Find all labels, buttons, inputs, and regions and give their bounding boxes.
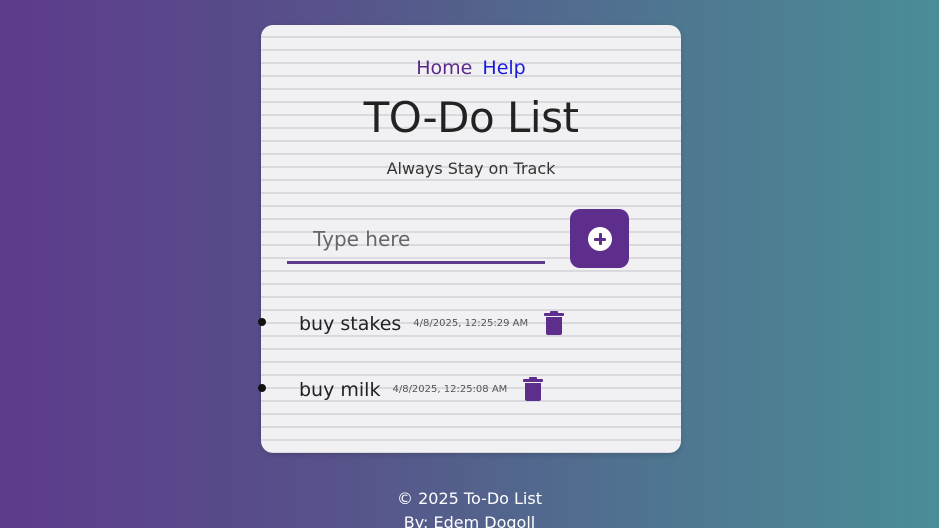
task-text[interactable]: buy milk [299,379,380,401]
page-subtitle: Always Stay on Track [386,159,556,178]
trash-icon[interactable] [544,311,565,336]
task-text[interactable]: buy stakes [299,313,401,335]
task-list: buy stakes 4/8/2025, 12:25:29 AM buy mil… [258,307,681,439]
trash-can [546,317,563,335]
task-row: buy milk 4/8/2025, 12:25:08 AM [299,377,544,402]
task-row: buy stakes 4/8/2025, 12:25:29 AM [299,311,565,336]
trash-icon[interactable] [523,377,544,402]
task-item: buy milk 4/8/2025, 12:25:08 AM [258,373,681,439]
page-footer: © 2025 To-Do List By: Edem Dogoll [0,487,939,528]
top-nav: Home Help [261,57,681,79]
todo-card: Home Help TO-Do List Always Stay on Trac… [258,25,681,453]
trash-lid [544,313,565,316]
nav-home-link[interactable]: Home [416,57,472,79]
footer-byline: By: Edem Dogoll [403,513,536,528]
bullet-icon [258,318,266,326]
nav-help-link[interactable]: Help [482,57,525,79]
task-input-wrapper [287,217,545,264]
page-title: TO-Do List [363,93,579,142]
footer-copyright: © 2025 To-Do List [397,489,542,508]
task-timestamp: 4/8/2025, 12:25:08 AM [392,384,508,395]
trash-can [525,383,542,401]
task-timestamp: 4/8/2025, 12:25:29 AM [413,318,529,329]
bullet-icon [258,384,266,392]
trash-lid [523,379,544,382]
add-task-button[interactable] [570,209,629,268]
task-input[interactable] [287,217,545,261]
task-item: buy stakes 4/8/2025, 12:25:29 AM [258,307,681,373]
plus-circle-icon [587,226,612,251]
